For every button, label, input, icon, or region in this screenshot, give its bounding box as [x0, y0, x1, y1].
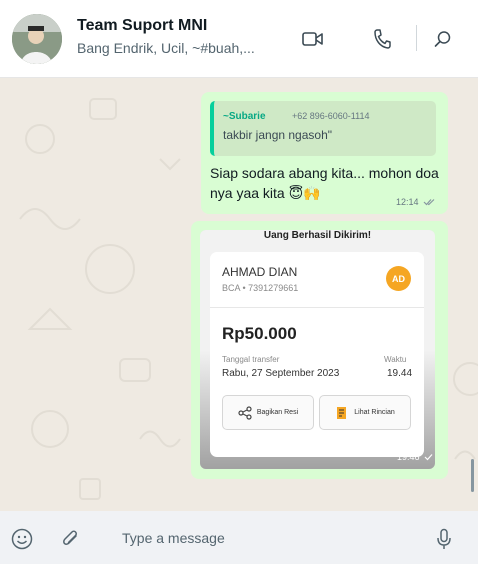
group-avatar[interactable] [12, 14, 62, 64]
message-composer [0, 511, 478, 564]
message-input[interactable] [110, 523, 420, 553]
recipient-name: AHMAD DIAN [222, 265, 298, 279]
check-icon [424, 454, 433, 461]
receipt-heading: Uang Berhasil Dikirim! [263, 230, 372, 241]
search-icon[interactable] [428, 24, 458, 54]
header-divider [416, 25, 417, 51]
emoji-icon[interactable] [11, 528, 33, 550]
outgoing-message[interactable]: ~Subarie +62 896-6060-1114 takbir jangn … [201, 92, 448, 214]
transfer-receipt-image[interactable]: Uang Berhasil Dikirim! AHMAD DIAN BCA • … [200, 230, 435, 469]
message-time: 12:14 [395, 197, 419, 207]
message-meta: 12:14 [396, 197, 436, 207]
receipt-icon [337, 406, 347, 419]
share-receipt-label: Bagikan Resi [256, 409, 299, 416]
video-call-icon[interactable] [298, 24, 328, 54]
card-divider [210, 307, 424, 308]
view-details-button: Lihat Rincian [319, 395, 411, 430]
chat-title[interactable]: Team Suport MNI [77, 17, 207, 35]
outgoing-image-message[interactable]: Uang Berhasil Dikirim! AHMAD DIAN BCA • … [191, 221, 448, 479]
voice-call-icon[interactable] [367, 24, 397, 54]
view-details-label: Lihat Rincian [354, 409, 395, 416]
share-receipt-button: Bagikan Resi [222, 395, 314, 430]
recipient-initials-avatar: AD [386, 266, 411, 291]
time-value: 19.44 [387, 368, 413, 379]
chat-scrollbar[interactable] [471, 459, 474, 492]
microphone-icon[interactable] [433, 528, 455, 550]
recipient-account: BCA • 7391279661 [222, 283, 299, 293]
chat-header: Team Suport MNI Bang Endrik, Ucil, ~#bua… [0, 0, 478, 78]
quoted-sender-phone: +62 896-6060-1114 [292, 111, 370, 121]
quoted-message[interactable]: ~Subarie +62 896-6060-1114 takbir jangn … [210, 101, 436, 156]
double-check-icon [423, 199, 435, 206]
quoted-text: takbir jangn ngasoh" [223, 128, 333, 142]
message-time: 19:46 [397, 452, 420, 462]
time-label: Waktu [384, 355, 407, 364]
quoted-sender-name: ~Subarie [223, 111, 266, 122]
transfer-amount: Rp50.000 [222, 324, 297, 343]
share-icon [238, 405, 252, 420]
receipt-card: AHMAD DIAN BCA • 7391279661 AD Rp50.000 … [210, 252, 424, 457]
date-label: Tanggal transfer [222, 355, 280, 364]
chat-participants[interactable]: Bang Endrik, Ucil, ~#buah,... [77, 40, 272, 56]
date-value: Rabu, 27 September 2023 [222, 368, 340, 379]
image-message-meta: 19:46 [397, 452, 433, 462]
attach-icon[interactable] [60, 528, 82, 550]
